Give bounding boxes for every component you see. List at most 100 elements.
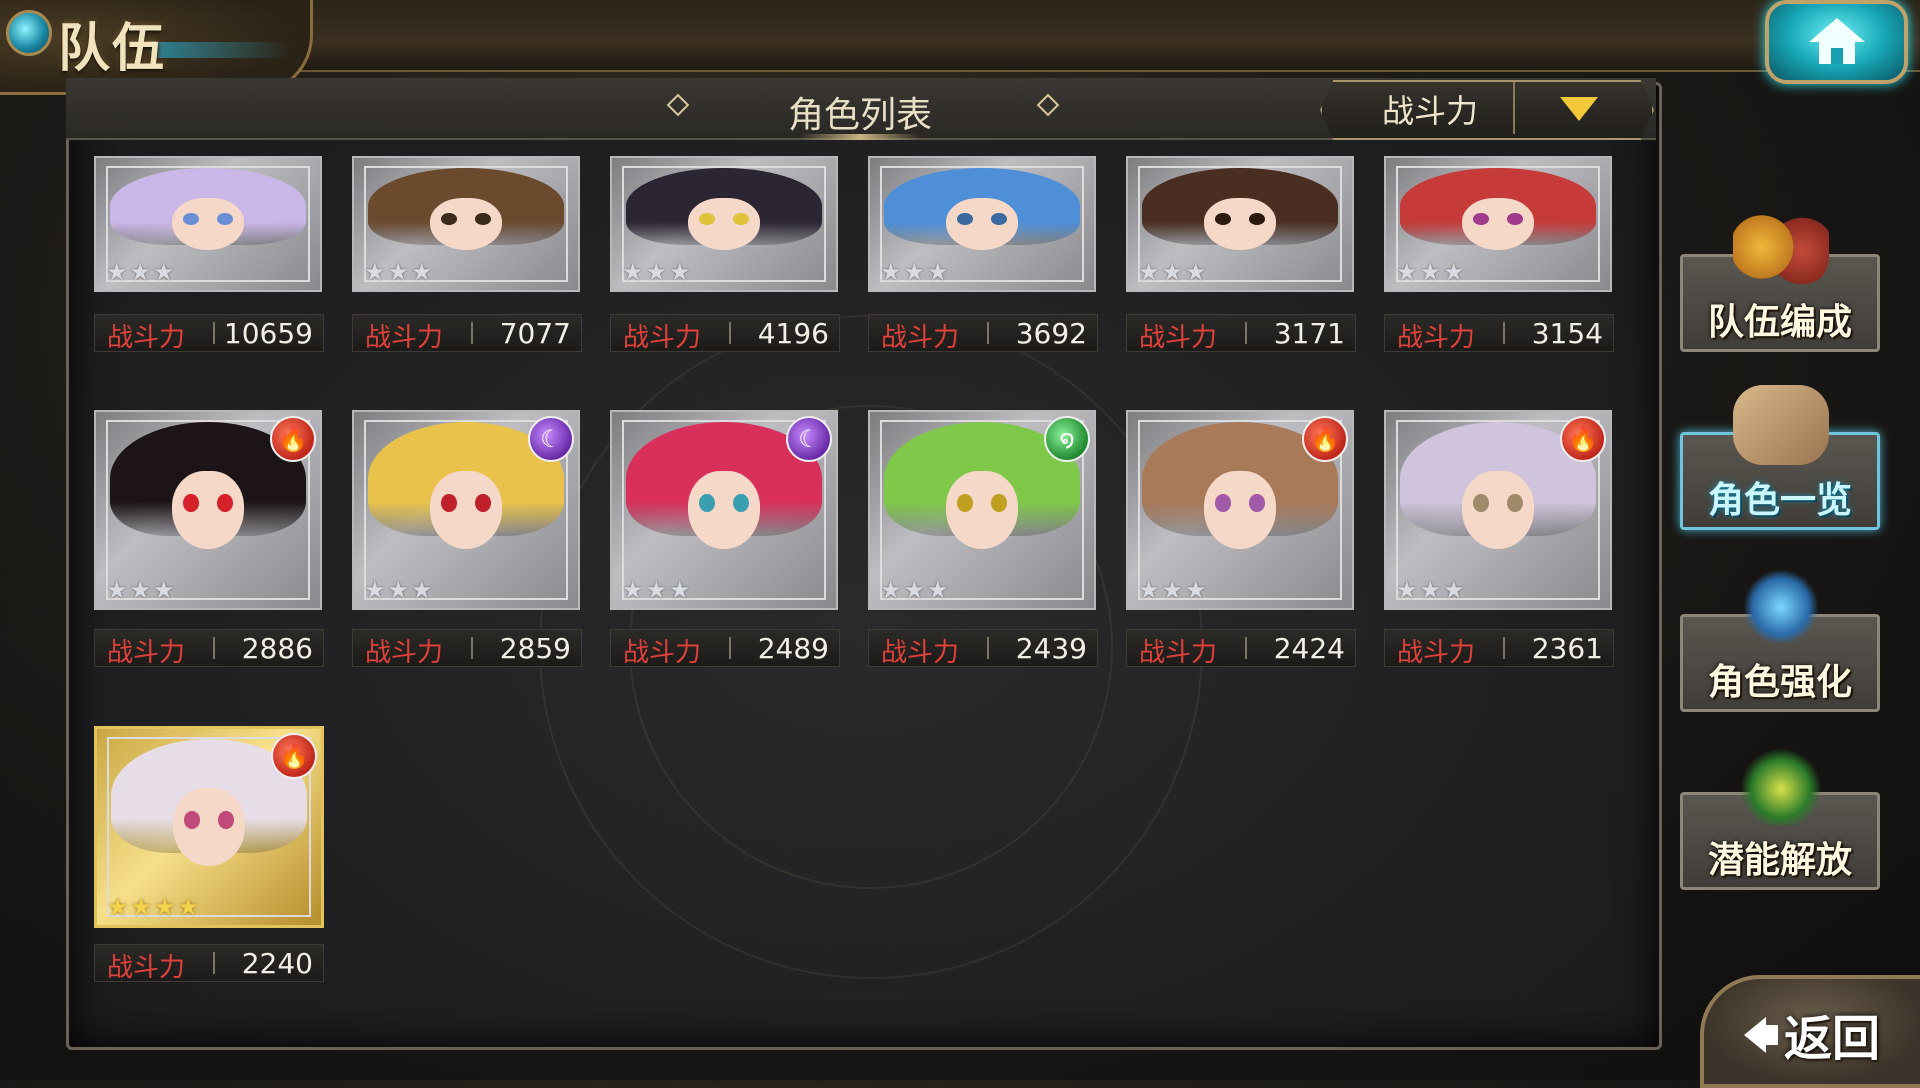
character-portrait[interactable]: ★ ★ ★ ໑ [868, 410, 1096, 610]
title-gem-icon [6, 10, 52, 56]
menu-button-potential-unlock[interactable]: 潜能解放 [1680, 745, 1880, 890]
wind-element-icon: ໑ [1044, 416, 1090, 462]
character-face [430, 197, 502, 251]
star-icon: ★ [669, 576, 691, 604]
power-separator [1245, 322, 1247, 344]
character-eye [1506, 494, 1523, 512]
rarity-stars: ★ ★ ★ [880, 578, 949, 602]
fire-element-icon: 🔥 [271, 733, 317, 779]
star-icon: ★ [669, 258, 691, 286]
rarity-stars: ★ ★ ★ [106, 578, 175, 602]
character-face [946, 197, 1018, 251]
star-icon: ★ [411, 258, 433, 286]
character-eye [990, 494, 1007, 512]
character-portrait[interactable]: ★ ★ ★ [868, 156, 1096, 292]
character-eye [1248, 213, 1265, 226]
arrow-left-icon [1744, 1017, 1766, 1053]
power-label: 战斗力 [365, 323, 444, 353]
menu-button-label: 角色一览 [1707, 480, 1852, 521]
character-eye [217, 811, 234, 829]
power-separator [1503, 322, 1505, 344]
power-label: 战斗力 [623, 323, 702, 353]
star-icon: ★ [130, 893, 153, 921]
power-value: 2240 [241, 947, 313, 980]
star-icon: ★ [1419, 258, 1442, 286]
power-separator [471, 637, 473, 659]
rarity-stars: ★ ★ ★ [622, 260, 691, 284]
character-list-icon [1733, 385, 1829, 465]
menu-button-label: 队伍编成 [1707, 302, 1852, 343]
star-icon: ★ [903, 258, 926, 286]
star-icon: ★ [387, 258, 410, 286]
power-bar: 战斗力 2439 [868, 629, 1098, 668]
power-label: 战斗力 [1397, 323, 1476, 353]
character-eye [1473, 494, 1490, 512]
back-button[interactable]: 返回 [1700, 975, 1920, 1088]
character-face [173, 787, 245, 867]
power-value: 2489 [757, 632, 829, 665]
character-face [172, 470, 244, 550]
power-label: 战斗力 [623, 638, 702, 668]
power-separator [213, 952, 215, 974]
character-eye [216, 494, 233, 512]
home-button[interactable] [1765, 0, 1908, 84]
character-portrait[interactable]: ★ ★ ★ [352, 156, 580, 292]
star-icon: ★ [106, 258, 128, 286]
power-value: 2439 [1015, 632, 1087, 665]
star-icon: ★ [645, 258, 668, 286]
star-icon: ★ [387, 576, 410, 604]
character-portrait[interactable]: ★ ★ ★ ☾ [610, 410, 838, 610]
star-icon: ★ [645, 576, 668, 604]
character-portrait[interactable]: ★ ★ ★ ☾ [352, 410, 580, 610]
power-separator [729, 637, 731, 659]
menu-button-character-upgrade[interactable]: 角色强化 [1680, 567, 1880, 712]
character-eye [474, 213, 491, 226]
power-label: 战斗力 [107, 953, 186, 983]
power-value: 3171 [1273, 317, 1345, 350]
character-portrait[interactable]: ★ ★ ★ [1384, 156, 1612, 292]
rarity-stars: ★ ★ ★ [880, 260, 949, 284]
star-icon: ★ [1419, 576, 1442, 604]
power-label: 战斗力 [107, 638, 186, 668]
star-icon: ★ [107, 893, 129, 921]
star-icon: ★ [1161, 576, 1184, 604]
title-underline [150, 42, 290, 58]
character-portrait[interactable]: ★ ★ ★ [1126, 156, 1354, 292]
back-button-label: 返回 [1784, 1011, 1881, 1067]
power-value: 3154 [1531, 317, 1603, 350]
character-eye [1215, 494, 1232, 512]
star-icon: ★ [177, 893, 200, 921]
character-face [1204, 470, 1276, 550]
character-eye [957, 494, 974, 512]
power-bar: 战斗力 2240 [94, 944, 324, 983]
power-value: 2361 [1531, 632, 1603, 665]
character-portrait[interactable]: ★ ★ ★ 🔥 [94, 410, 322, 610]
chevron-down-icon[interactable] [1560, 97, 1598, 121]
power-bar: 战斗力 2424 [1126, 629, 1356, 668]
character-portrait[interactable]: ★ ★ ★ [610, 156, 838, 292]
sort-dropdown-label[interactable]: 战斗力 [1340, 86, 1520, 132]
menu-button-character-list[interactable]: 角色一览 [1680, 385, 1880, 530]
menu-button-team-formation[interactable]: 队伍编成 [1680, 207, 1880, 352]
fire-element-icon: 🔥 [1302, 416, 1348, 462]
character-portrait[interactable]: ★ ★ ★ 🔥 [1384, 410, 1612, 610]
power-value: 7077 [499, 317, 571, 350]
power-value: 2424 [1273, 632, 1345, 665]
character-face [430, 470, 502, 550]
star-icon: ★ [927, 576, 949, 604]
power-separator [471, 322, 473, 344]
power-bar: 战斗力 3171 [1126, 314, 1356, 353]
character-eye [441, 494, 458, 512]
power-value: 2859 [499, 632, 571, 665]
rarity-stars: ★ ★ ★ [106, 260, 175, 284]
character-portrait[interactable]: ★ ★ ★ ★ 🔥 [94, 726, 324, 928]
character-portrait[interactable]: ★ ★ ★ [94, 156, 322, 292]
character-upgrade-icon [1733, 567, 1829, 647]
character-face [1204, 197, 1276, 251]
power-separator [1245, 637, 1247, 659]
power-bar: 战斗力 3154 [1384, 314, 1614, 353]
character-face [688, 197, 760, 251]
character-eye [474, 494, 491, 512]
character-portrait[interactable]: ★ ★ ★ 🔥 [1126, 410, 1354, 610]
power-bar: 战斗力 3692 [868, 314, 1098, 353]
